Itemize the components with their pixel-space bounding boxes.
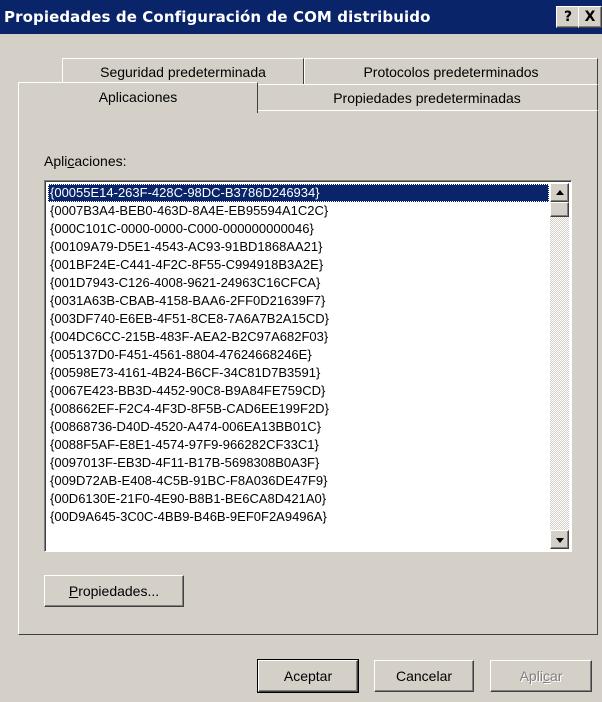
applications-list: {00055E14-263F-428C-98DC-B3786D246934} {0…: [48, 184, 549, 526]
title-bar[interactable]: Propiedades de Configuración de COM dist…: [0, 0, 602, 34]
help-button[interactable]: ?: [556, 6, 580, 28]
list-item[interactable]: {001BF24E-C441-4F2C-8F55-C994918B3A2E}: [48, 256, 549, 274]
tab-propiedades-predeterminadas[interactable]: Propiedades predeterminadas: [256, 84, 598, 112]
tab-label: Propiedades predeterminadas: [333, 90, 521, 106]
list-item[interactable]: {0097013F-EB3D-4F11-B17B-5698308B0A3F}: [48, 454, 549, 472]
list-item[interactable]: {00598E73-4161-4B24-B6CF-34C81D7B3591}: [48, 364, 549, 382]
list-item[interactable]: {00055E14-263F-428C-98DC-B3786D246934}: [48, 184, 549, 202]
tab-protocolos-predeterminados[interactable]: Protocolos predeterminados: [304, 58, 598, 86]
tab-aplicaciones[interactable]: Aplicaciones: [18, 82, 258, 113]
list-item[interactable]: {0088F5AF-E8E1-4574-97F9-966282CF33C1}: [48, 436, 549, 454]
cancel-button[interactable]: Cancelar: [374, 660, 474, 692]
list-item[interactable]: {0031A63B-CBAB-4158-BAA6-2FF0D21639F7}: [48, 292, 549, 310]
tab-label: Aplicaciones: [98, 89, 178, 105]
ok-button[interactable]: Aceptar: [257, 659, 359, 693]
window-title: Propiedades de Configuración de COM dist…: [4, 8, 431, 26]
scroll-thumb[interactable]: [550, 202, 569, 217]
list-item[interactable]: {001D7943-C126-4008-9621-24963C16CFCA}: [48, 274, 549, 292]
properties-button[interactable]: Propiedades...: [44, 575, 184, 607]
close-button[interactable]: X: [578, 6, 602, 28]
list-item[interactable]: {008662EF-F2C4-4F3D-8F5B-CAD6EE199F2D}: [48, 400, 549, 418]
up-arrow-icon: [556, 190, 564, 195]
list-item[interactable]: {003DF740-E6EB-4F51-8CE8-7A6A7B2A15CD}: [48, 310, 549, 328]
list-item[interactable]: {0067E423-BB3D-4452-90C8-B9A84FE759CD}: [48, 382, 549, 400]
list-item[interactable]: {005137D0-F451-4561-8804-47624668246E}: [48, 346, 549, 364]
list-item[interactable]: {000C101C-0000-0000-C000-000000000046}: [48, 220, 549, 238]
list-item[interactable]: {00868736-D40D-4520-A474-006EA13BB01C}: [48, 418, 549, 436]
vertical-scrollbar[interactable]: [550, 183, 569, 549]
applications-listbox[interactable]: {00055E14-263F-428C-98DC-B3786D246934} {0…: [44, 180, 572, 552]
list-item[interactable]: {00D6130E-21F0-4E90-B8B1-BE6CA8D421A0}: [48, 490, 549, 508]
apply-button[interactable]: Aplicar: [490, 660, 592, 692]
list-item[interactable]: {00D9A645-3C0C-4BB9-B46B-9EF0F2A9496A}: [48, 508, 549, 526]
scroll-down-button[interactable]: [550, 530, 569, 549]
applications-label: Aplicaciones:: [44, 153, 127, 169]
list-item[interactable]: {00109A79-D5E1-4543-AC93-91BD1868AA21}: [48, 238, 549, 256]
list-item[interactable]: {004DC6CC-215B-483F-AEA2-B2C97A682F03}: [48, 328, 549, 346]
list-item[interactable]: {009D72AB-E408-4C5B-91BC-F8A036DE47F9}: [48, 472, 549, 490]
down-arrow-icon: [556, 538, 564, 543]
tab-label: Seguridad predeterminada: [100, 64, 266, 80]
tab-label: Protocolos predeterminados: [363, 64, 539, 80]
list-item[interactable]: {0007B3A4-BEB0-463D-8A4E-EB95594A1C2C}: [48, 202, 549, 220]
scroll-up-button[interactable]: [550, 183, 569, 202]
